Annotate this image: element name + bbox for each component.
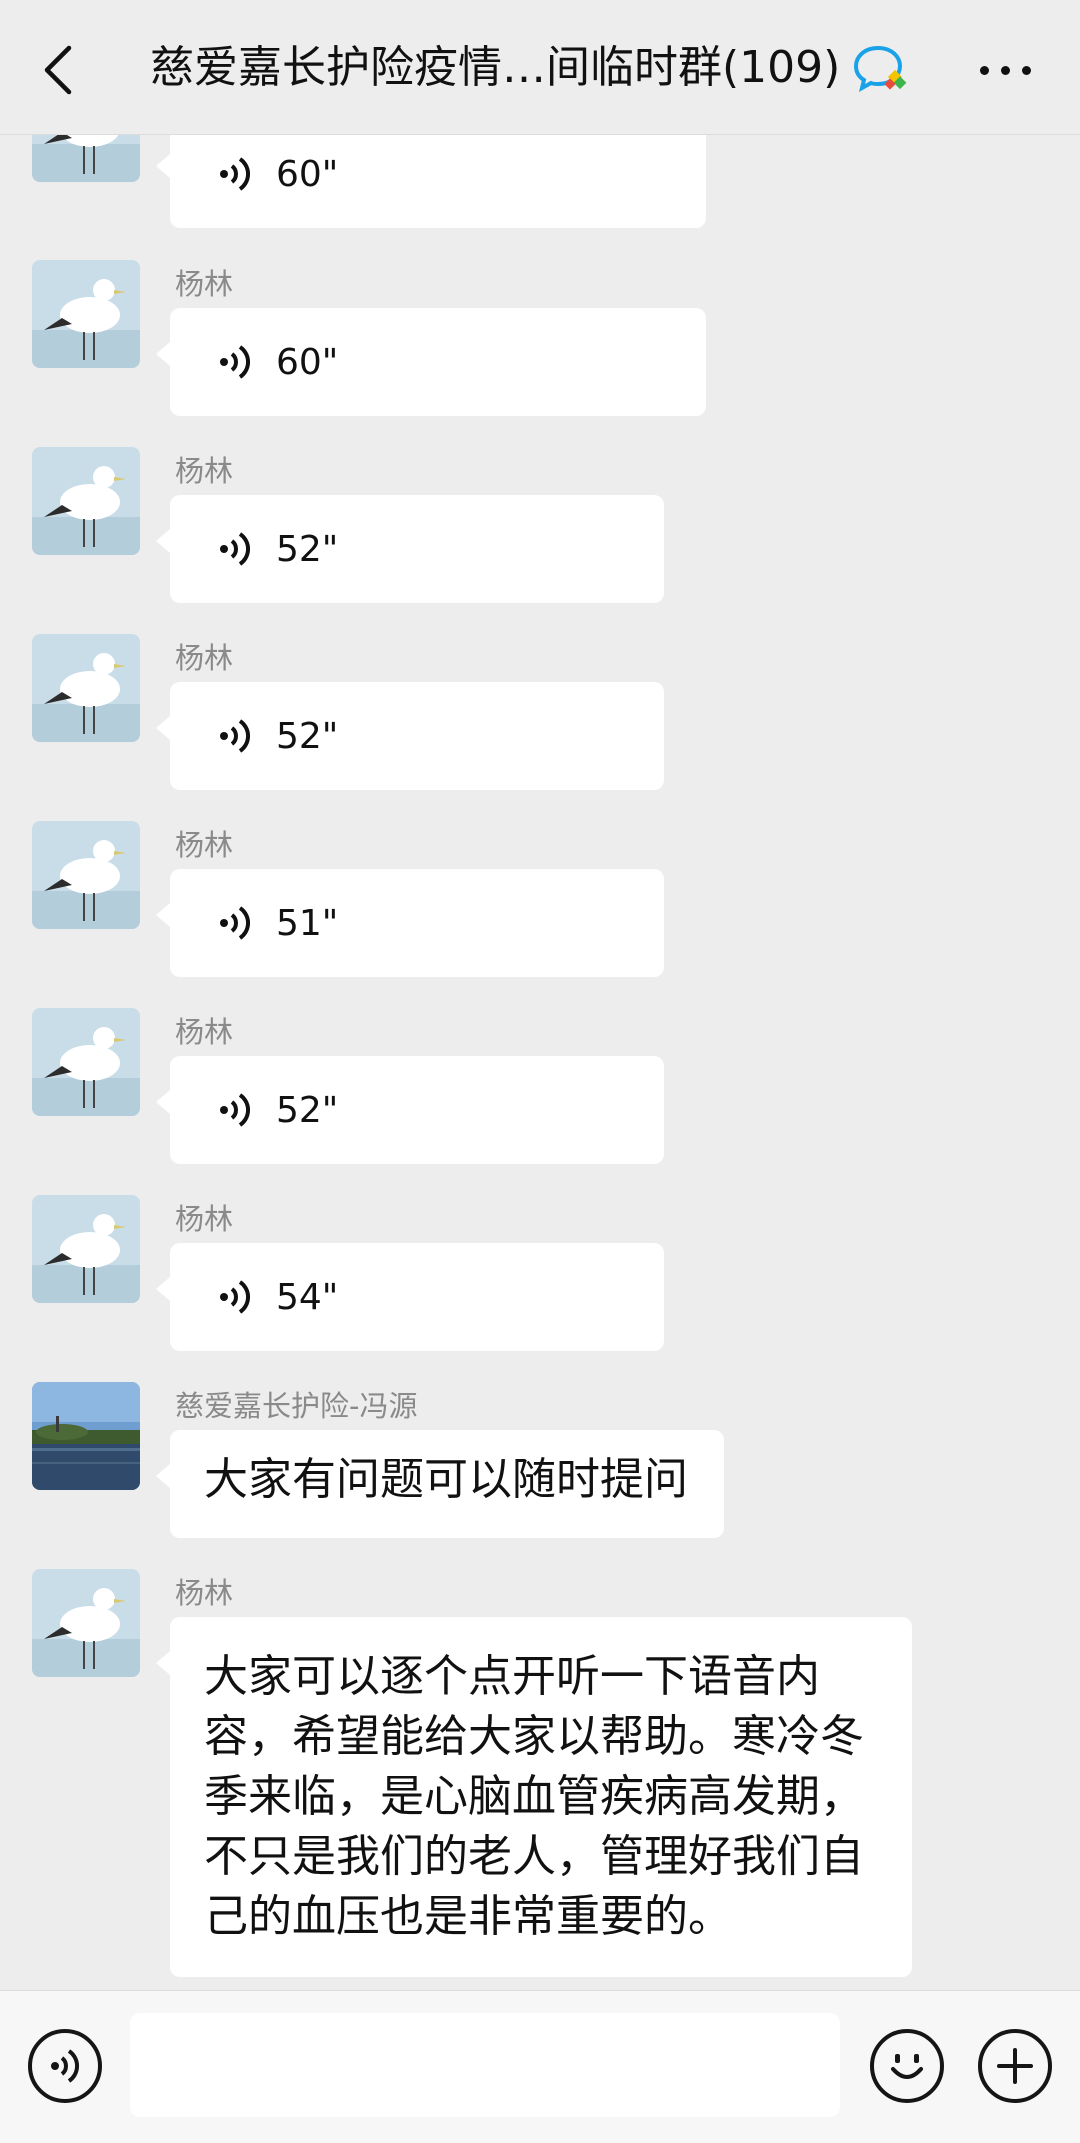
message-text-line: 季来临，是心脑血管疾病高发期， [204,1771,864,1822]
emoji-icon [891,2054,923,2079]
more-dots-icon [979,65,989,75]
voice-wave-icon [220,1093,250,1127]
sender-name: 杨林 [175,1015,234,1049]
chevron-left-icon [44,45,72,95]
voice-duration: 60" [276,153,339,195]
lake-avatar [32,1382,140,1490]
voice-duration: 51" [276,902,339,944]
chat-title-text: 慈爱嘉长护险疫情…间临时群(109) [150,42,838,93]
voice-duration: 52" [276,715,339,757]
avatar[interactable] [32,634,140,742]
sender-name: 慈爱嘉长护险-冯源 [175,1389,418,1423]
sender-name: 杨林 [175,267,234,301]
seagull-avatar [32,260,140,368]
seagull-avatar [32,634,140,742]
voice-mode-button[interactable] [28,2029,102,2103]
message-text-line: 容，希望能给大家以帮助。寒冷冬 [204,1711,864,1762]
chat-title: 慈爱嘉长护险疫情…间临时群(109) [150,38,910,98]
voice-message-bubble[interactable]: 54" [156,1243,664,1351]
voice-message-bubble[interactable]: 51" [156,869,664,977]
seagull-avatar [32,1569,140,1677]
text-message-bubble[interactable]: 大家有问题可以随时提问 [156,1430,724,1538]
voice-message-bubble[interactable]: 60" [156,120,706,228]
voice-wave-icon [220,906,250,940]
avatar[interactable] [32,260,140,368]
voice-wave-icon [220,532,250,566]
avatar[interactable] [32,447,140,555]
voice-wave-icon [220,345,250,379]
message-text-line: 己的血压也是非常重要的。 [204,1891,732,1942]
sender-name: 杨林 [175,1576,234,1610]
voice-mode-icon [51,2049,79,2083]
voice-message-bubble[interactable]: 60" [156,308,706,416]
plus-button[interactable] [978,2029,1052,2103]
text-message-bubble[interactable]: 大家可以逐个点开听一下语音内 容，希望能给大家以帮助。寒冷冬 季来临，是心脑血管… [156,1617,912,1977]
chat-header: 慈爱嘉长护险疫情…间临时群(109) [0,0,1080,135]
sender-name: 杨林 [175,1202,234,1236]
voice-wave-icon [220,157,250,191]
seagull-avatar [32,1008,140,1116]
voice-wave-icon [220,719,250,753]
voice-wave-icon [220,1280,250,1314]
emoji-button[interactable] [870,2029,944,2103]
voice-duration: 52" [276,1089,339,1131]
sender-name: 杨林 [175,454,234,488]
voice-duration: 52" [276,528,339,570]
more-button[interactable] [960,40,1050,100]
more-dot [1021,65,1031,75]
more-dot [1000,65,1010,75]
avatar[interactable] [32,1008,140,1116]
voice-message-bubble[interactable]: 52" [156,682,664,790]
avatar[interactable] [32,1195,140,1303]
message-text-line: 大家可以逐个点开听一下语音内 [204,1651,820,1702]
seagull-avatar [32,821,140,929]
voice-duration: 54" [276,1276,339,1318]
avatar[interactable] [32,1569,140,1677]
sender-name: 杨林 [175,828,234,862]
sender-name: 杨林 [175,641,234,675]
seagull-avatar [32,447,140,555]
input-bar [0,1990,1080,2143]
seagull-avatar [32,1195,140,1303]
message-text-line: 不只是我们的老人，管理好我们自 [204,1831,864,1882]
voice-message-bubble[interactable]: 52" [156,495,664,603]
voice-duration: 60" [276,341,339,383]
group-chat-icon [853,45,907,92]
voice-message-bubble[interactable]: 52" [156,1056,664,1164]
message-text: 大家有问题可以随时提问 [204,1454,688,1505]
back-button[interactable] [24,30,94,110]
avatar[interactable] [32,1382,140,1490]
plus-icon [997,2048,1033,2084]
avatar[interactable] [32,821,140,929]
message-input[interactable] [130,2013,840,2117]
